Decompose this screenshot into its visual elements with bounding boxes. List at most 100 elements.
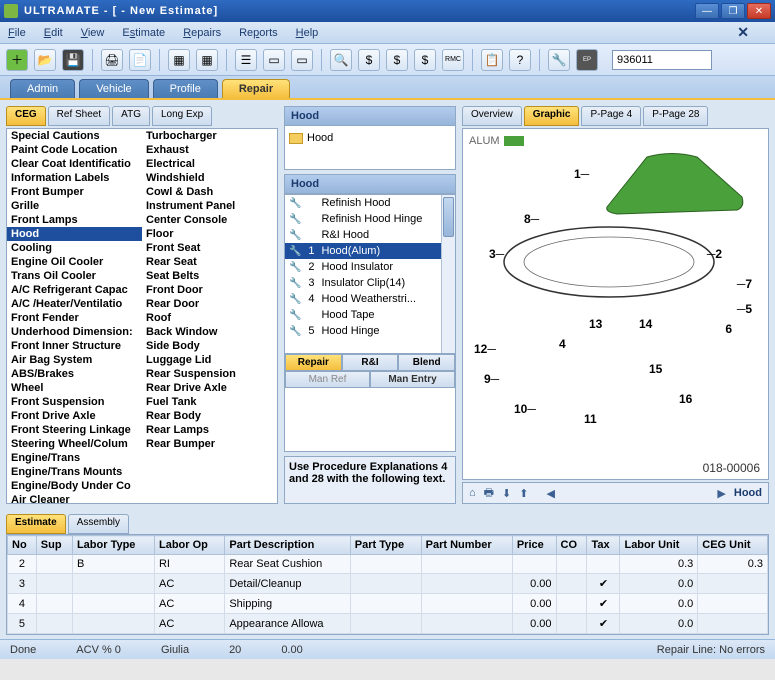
category-item[interactable]: Engine Oil Cooler bbox=[7, 255, 142, 269]
category-item[interactable]: Floor bbox=[142, 227, 277, 241]
scrollbar[interactable] bbox=[441, 195, 455, 353]
man-ref-button[interactable]: Man Ref bbox=[285, 371, 370, 388]
column-header[interactable]: Sup bbox=[36, 536, 72, 555]
category-item[interactable]: Clear Coat Identificatio bbox=[7, 157, 142, 171]
category-item[interactable]: Front Fender bbox=[7, 311, 142, 325]
note-icon[interactable]: 📋 bbox=[481, 49, 503, 71]
operation-item[interactable]: 🔧2Hood Insulator bbox=[285, 259, 455, 275]
wrench-icon[interactable]: 🔧 bbox=[548, 49, 570, 71]
column-header[interactable]: Price bbox=[512, 536, 556, 555]
prev-icon[interactable]: ◀ bbox=[546, 487, 554, 500]
category-item[interactable]: Front Seat bbox=[142, 241, 277, 255]
down-arrow-icon[interactable]: ⬇ bbox=[502, 487, 511, 500]
tab-atg[interactable]: ATG bbox=[112, 106, 150, 126]
operations-list[interactable]: 🔧Refinish Hood🔧Refinish Hood Hinge🔧R&I H… bbox=[285, 194, 455, 354]
column-header[interactable]: Labor Unit bbox=[620, 536, 698, 555]
tab-profile[interactable]: Profile bbox=[153, 79, 218, 98]
category-item[interactable]: Grille bbox=[7, 199, 142, 213]
category-item[interactable]: Engine/Trans bbox=[7, 451, 142, 465]
category-item[interactable]: Special Cautions bbox=[7, 129, 142, 143]
category-item[interactable]: Trans Oil Cooler bbox=[7, 269, 142, 283]
category-item[interactable]: Instrument Panel bbox=[142, 199, 277, 213]
category-item[interactable]: Front Drive Axle bbox=[7, 409, 142, 423]
tab-admin[interactable]: Admin bbox=[10, 79, 75, 98]
table-row[interactable]: 2BRIRear Seat Cushion0.30.3 bbox=[8, 555, 768, 574]
column-header[interactable]: Part Number bbox=[421, 536, 512, 555]
column-header[interactable]: Labor Type bbox=[72, 536, 154, 555]
next-icon[interactable]: ▶ bbox=[717, 487, 725, 500]
mdi-close-button[interactable]: ✕ bbox=[737, 24, 749, 41]
category-item[interactable]: A/C /Heater/Ventilatio bbox=[7, 297, 142, 311]
category-list[interactable]: Special CautionsPaint Code LocationClear… bbox=[6, 128, 278, 504]
open-icon[interactable]: 📂 bbox=[34, 49, 56, 71]
tab-overview[interactable]: Overview bbox=[462, 106, 522, 126]
tool2-icon[interactable]: ▦ bbox=[196, 49, 218, 71]
tab-ceg[interactable]: CEG bbox=[6, 106, 46, 126]
category-item[interactable]: Front Steering Linkage bbox=[7, 423, 142, 437]
search-icon[interactable]: 🔍 bbox=[330, 49, 352, 71]
tab-repair[interactable]: Repair bbox=[222, 79, 290, 98]
category-item[interactable]: Rear Body bbox=[142, 409, 277, 423]
operation-item[interactable]: 🔧5Hood Hinge bbox=[285, 323, 455, 339]
tab-ppage4[interactable]: P-Page 4 bbox=[581, 106, 641, 126]
category-item[interactable]: Exhaust bbox=[142, 143, 277, 157]
print-graphic-icon[interactable]: 🖶 bbox=[484, 484, 494, 503]
category-item[interactable]: Luggage Lid bbox=[142, 353, 277, 367]
help-icon[interactable]: ? bbox=[509, 49, 531, 71]
ri-button[interactable]: R&I bbox=[342, 354, 399, 371]
category-item[interactable]: Air Cleaner bbox=[7, 493, 142, 504]
tool1-icon[interactable]: ▦ bbox=[168, 49, 190, 71]
operation-item[interactable]: 🔧R&I Hood bbox=[285, 227, 455, 243]
category-item[interactable]: Rear Door bbox=[142, 297, 277, 311]
category-item[interactable]: Underhood Dimension: bbox=[7, 325, 142, 339]
blend-button[interactable]: Blend bbox=[398, 354, 455, 371]
category-item[interactable]: Rear Drive Axle bbox=[142, 381, 277, 395]
new-icon[interactable]: ＋ bbox=[6, 49, 28, 71]
close-button[interactable]: ✕ bbox=[747, 3, 771, 19]
category-item[interactable]: Rear Bumper bbox=[142, 437, 277, 451]
column-header[interactable]: Tax bbox=[587, 536, 620, 555]
column-header[interactable]: No bbox=[8, 536, 37, 555]
category-item[interactable]: Back Window bbox=[142, 325, 277, 339]
money3-icon[interactable]: $ bbox=[414, 49, 436, 71]
search-input[interactable] bbox=[612, 50, 712, 70]
table-row[interactable]: 5ACAppearance Allowa0.00✔0.0 bbox=[8, 614, 768, 634]
tab-ppage28[interactable]: P-Page 28 bbox=[643, 106, 708, 126]
column-header[interactable]: Labor Op bbox=[154, 536, 224, 555]
tab-long-exp[interactable]: Long Exp bbox=[152, 106, 212, 126]
category-item[interactable]: ABS/Brakes bbox=[7, 367, 142, 381]
print-icon[interactable]: 🖨 bbox=[101, 49, 123, 71]
category-item[interactable]: Front Inner Structure bbox=[7, 339, 142, 353]
maximize-button[interactable]: ❐ bbox=[721, 3, 745, 19]
operation-item[interactable]: 🔧4Hood Weatherstri... bbox=[285, 291, 455, 307]
category-item[interactable]: Rear Suspension bbox=[142, 367, 277, 381]
repair-button[interactable]: Repair bbox=[285, 354, 342, 371]
tab-estimate[interactable]: Estimate bbox=[6, 514, 66, 534]
rmc-icon[interactable]: RMC bbox=[442, 49, 464, 71]
category-item[interactable]: A/C Refrigerant Capac bbox=[7, 283, 142, 297]
menu-repairs[interactable]: Repairs bbox=[183, 27, 221, 39]
tree-item[interactable]: Hood bbox=[289, 130, 451, 146]
table-row[interactable]: 3ACDetail/Cleanup0.00✔0.0 bbox=[8, 574, 768, 594]
category-item[interactable]: Front Door bbox=[142, 283, 277, 297]
category-item[interactable]: Front Bumper bbox=[7, 185, 142, 199]
operation-item[interactable]: 🔧1Hood(Alum) bbox=[285, 243, 455, 259]
category-item[interactable]: Engine/Body Under Co bbox=[7, 479, 142, 493]
print-preview-icon[interactable]: 📄 bbox=[129, 49, 151, 71]
category-item[interactable]: Roof bbox=[142, 311, 277, 325]
column-header[interactable]: CO bbox=[556, 536, 587, 555]
category-item[interactable]: Steering Wheel/Colum bbox=[7, 437, 142, 451]
money1-icon[interactable]: $ bbox=[358, 49, 380, 71]
category-item[interactable]: Air Bag System bbox=[7, 353, 142, 367]
operation-item[interactable]: 🔧3Insulator Clip(14) bbox=[285, 275, 455, 291]
category-item[interactable]: Fuel Tank bbox=[142, 395, 277, 409]
column-header[interactable]: Part Type bbox=[350, 536, 421, 555]
category-item[interactable]: Electrical bbox=[142, 157, 277, 171]
menu-reports[interactable]: Reports bbox=[239, 27, 278, 39]
estimate-table[interactable]: NoSupLabor TypeLabor OpPart DescriptionP… bbox=[6, 534, 769, 635]
layout1-icon[interactable]: ☰ bbox=[235, 49, 257, 71]
operation-item[interactable]: 🔧Hood Tape bbox=[285, 307, 455, 323]
category-item[interactable]: Paint Code Location bbox=[7, 143, 142, 157]
category-item[interactable]: Rear Lamps bbox=[142, 423, 277, 437]
menu-file[interactable]: File bbox=[8, 27, 26, 39]
